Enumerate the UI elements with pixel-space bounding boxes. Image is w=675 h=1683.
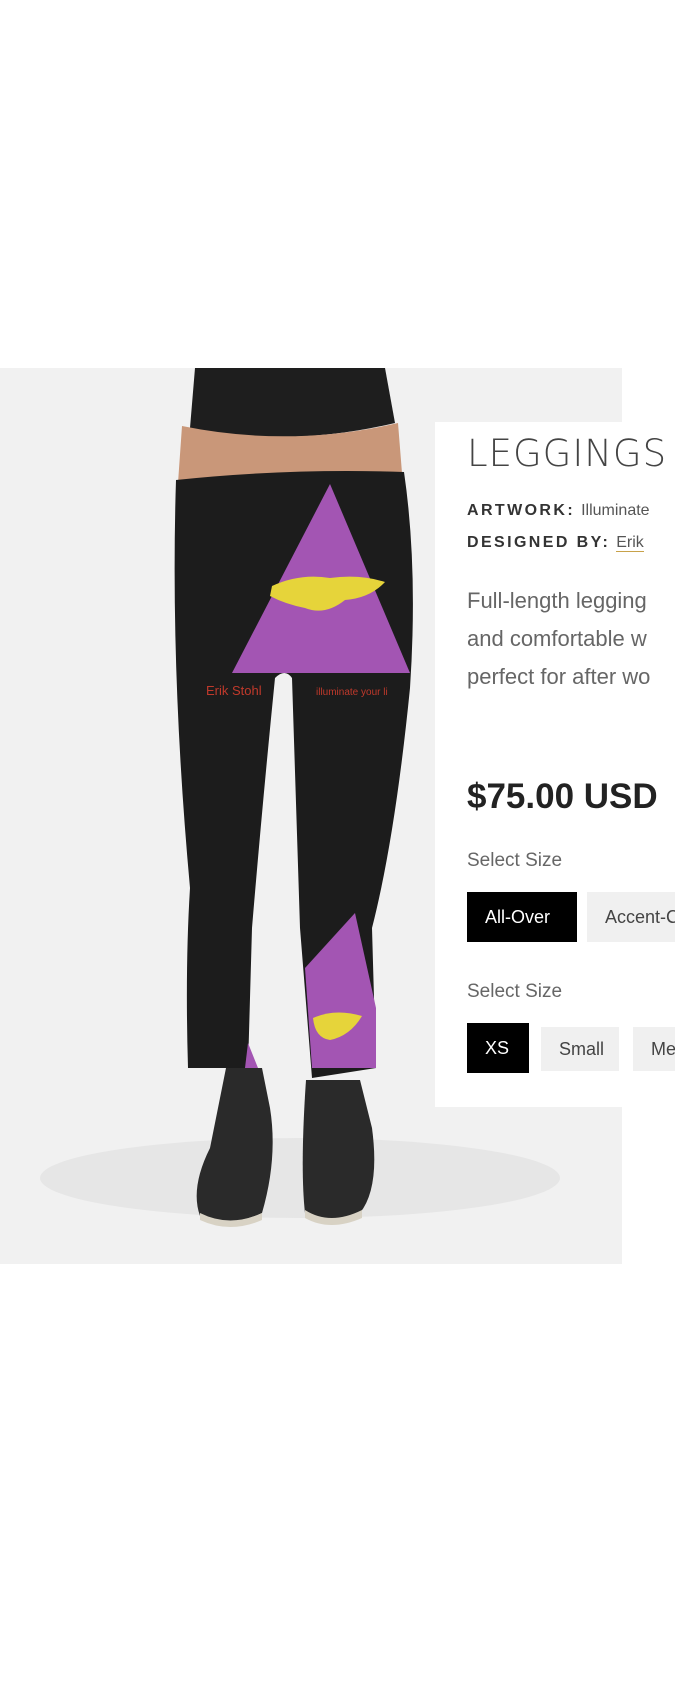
size-option-small[interactable]: Small: [541, 1027, 619, 1071]
description-line: Full-length legging: [467, 588, 647, 613]
size-option-xs[interactable]: XS: [467, 1023, 529, 1073]
size-select-label: Select Size: [467, 981, 563, 1002]
product-price: $75.00 USD: [467, 777, 658, 816]
print-text-right: illuminate your li: [316, 687, 388, 698]
style-option-accent[interactable]: Accent-C: [587, 892, 675, 942]
designer-row: DESIGNED BY: Erik: [467, 534, 644, 552]
size-option-medium[interactable]: Me: [633, 1027, 675, 1071]
artwork-label: ARTWORK:: [467, 502, 576, 519]
right-shoe: [302, 1080, 375, 1221]
artwork-row: ARTWORK: Illuminate: [467, 502, 650, 520]
designer-link[interactable]: Erik: [616, 534, 644, 552]
style-select-label: Select Size: [467, 850, 563, 871]
description-line: and comfortable w: [467, 626, 647, 651]
print-text-left: Erik Stohl: [206, 683, 262, 698]
product-details-panel: LEGGINGS ARTWORK: Illuminate DESIGNED BY:…: [435, 422, 675, 1107]
product-description: Full-length legging and comfortable w pe…: [467, 582, 650, 696]
style-option-all-over[interactable]: All-Over: [467, 892, 577, 942]
product-title: LEGGINGS: [467, 432, 668, 475]
description-line: perfect for after wo: [467, 664, 651, 689]
black-top: [190, 368, 395, 437]
artwork-value: Illuminate: [581, 502, 650, 519]
designer-label: DESIGNED BY:: [467, 534, 611, 551]
